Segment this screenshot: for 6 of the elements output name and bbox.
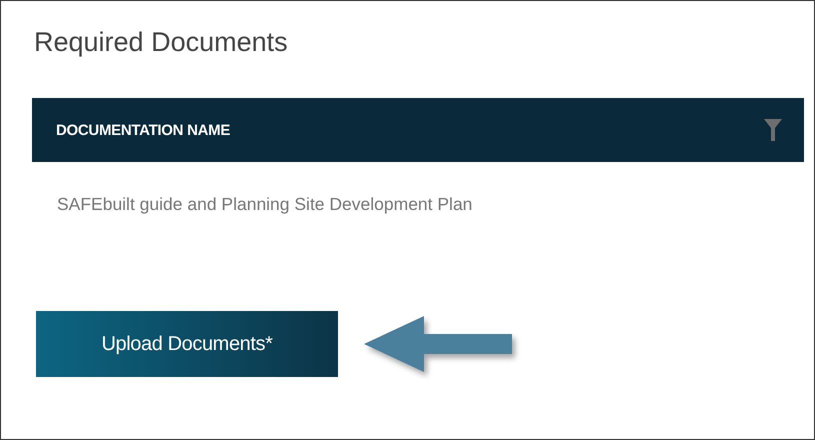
arrow-icon [362,314,514,374]
upload-button[interactable]: Upload Documents* [36,311,338,377]
column-header: DOCUMENTATION NAME [56,122,230,138]
filter-icon[interactable] [764,119,782,141]
section-title: Required Documents [34,27,289,58]
table-cell: SAFEbuilt guide and Planning Site Development Plan [57,194,472,214]
